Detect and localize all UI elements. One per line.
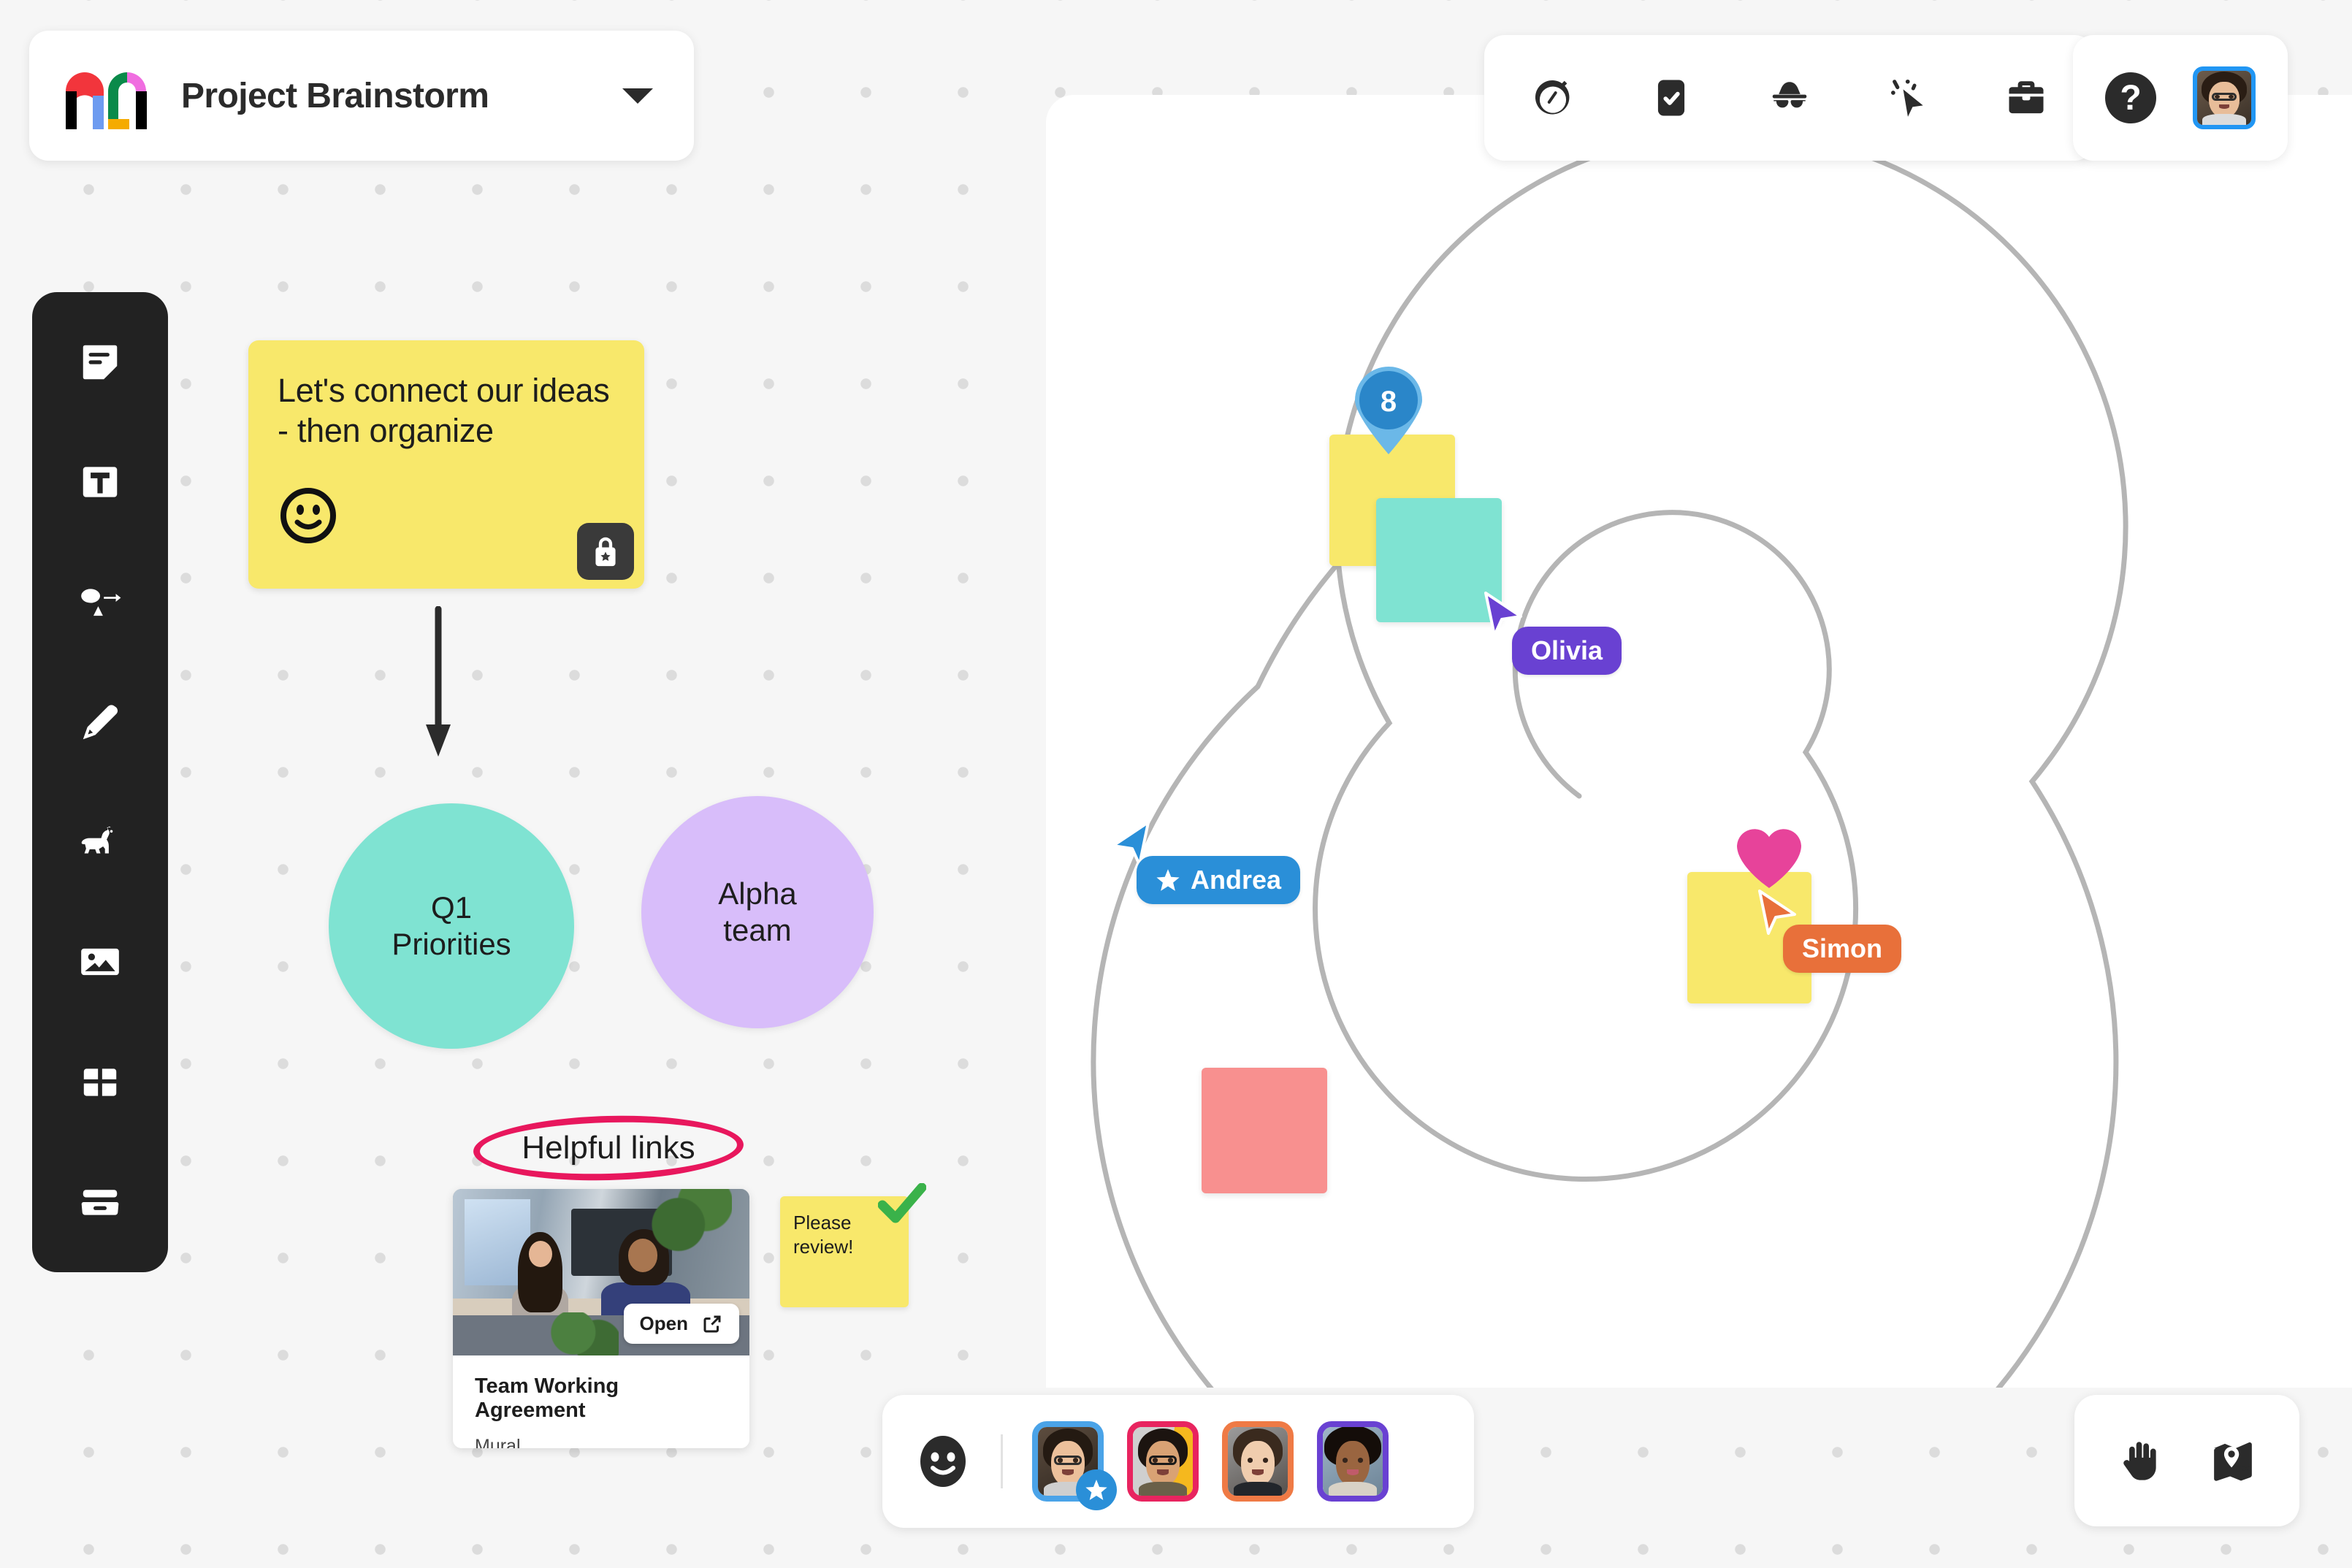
text-icon[interactable] bbox=[65, 447, 135, 517]
cursor-name: Simon bbox=[1802, 933, 1883, 963]
chevron-down-icon[interactable] bbox=[622, 88, 653, 104]
office-photo-thumbnail: Open bbox=[453, 1189, 749, 1355]
drawer-icon[interactable] bbox=[65, 1167, 135, 1237]
shape-q1-priorities[interactable]: Q1 Priorities bbox=[329, 803, 574, 1049]
cursor-label-andrea: Andrea bbox=[1137, 856, 1301, 904]
open-link-button[interactable]: Open bbox=[623, 1304, 739, 1344]
vote-count: 8 bbox=[1380, 385, 1397, 418]
star-facilitator-icon bbox=[1156, 869, 1180, 891]
avatar[interactable] bbox=[1127, 1421, 1199, 1502]
spiral-shape bbox=[1091, 129, 2128, 1388]
mural-logo-icon bbox=[66, 72, 147, 129]
summon-cursor-icon[interactable] bbox=[1873, 63, 1943, 133]
current-user-avatar[interactable] bbox=[2193, 66, 2256, 129]
open-label: Open bbox=[639, 1312, 688, 1334]
external-link-icon bbox=[703, 1315, 721, 1332]
timer-icon[interactable] bbox=[1518, 63, 1588, 133]
toolkit-icon[interactable] bbox=[1991, 63, 2061, 133]
link-card-title: Team Working Agreement bbox=[475, 1374, 619, 1422]
shape-label-line2: Priorities bbox=[392, 927, 511, 961]
vote-pin[interactable]: 8 bbox=[1351, 364, 1427, 454]
helpful-links-label: Helpful links bbox=[522, 1130, 695, 1166]
cursor-name: Olivia bbox=[1531, 635, 1603, 665]
shape-label-line2: team bbox=[723, 913, 792, 947]
map-minimap-icon[interactable] bbox=[2209, 1437, 2257, 1485]
heart-icon bbox=[1737, 829, 1801, 888]
sticky-note-icon[interactable] bbox=[65, 327, 135, 397]
avatar[interactable] bbox=[1317, 1421, 1389, 1502]
down-arrow-connector[interactable] bbox=[424, 606, 453, 760]
question-mark-icon[interactable]: ? bbox=[2105, 72, 2156, 123]
avatar[interactable] bbox=[1032, 1421, 1117, 1510]
private-mode-icon[interactable] bbox=[1755, 63, 1825, 133]
cursor-name: Andrea bbox=[1191, 865, 1282, 895]
nav-bar bbox=[2074, 1395, 2299, 1526]
lock-star-icon[interactable] bbox=[577, 523, 634, 580]
page-title: Project Brainstorm bbox=[181, 76, 489, 115]
sticky-review-text: Please review! bbox=[793, 1212, 854, 1258]
board-header[interactable]: Project Brainstorm bbox=[29, 31, 694, 161]
framework-grid-icon[interactable] bbox=[65, 1047, 135, 1117]
sticky-note-main[interactable]: Let's connect our ideas - then organize bbox=[248, 340, 644, 589]
image-icon[interactable] bbox=[65, 927, 135, 997]
helpful-links-annotation[interactable]: Helpful links bbox=[472, 1112, 745, 1184]
voting-checkbox-icon[interactable] bbox=[1636, 63, 1706, 133]
avatar[interactable] bbox=[1222, 1421, 1294, 1502]
link-card-source: Mural bbox=[475, 1436, 521, 1448]
shapes-connector-icon[interactable] bbox=[65, 567, 135, 638]
people-bar bbox=[882, 1395, 1474, 1528]
smiley-reactions-icon[interactable] bbox=[915, 1433, 971, 1490]
sticky-note-text: Let's connect our ideas - then organize bbox=[278, 372, 610, 449]
left-toolbar bbox=[32, 292, 168, 1272]
star-facilitator-icon bbox=[1076, 1469, 1117, 1510]
cursor-label-olivia: Olivia bbox=[1512, 627, 1622, 675]
shape-label-line1: Alpha bbox=[718, 876, 797, 911]
facilitation-toolbar bbox=[1484, 35, 2095, 161]
people-bar-divider bbox=[1001, 1434, 1003, 1488]
sticky-salmon[interactable] bbox=[1202, 1068, 1327, 1193]
mural-board-app: 8 Olivia Andrea Simon Project Brainstorm… bbox=[0, 0, 2352, 1568]
link-card[interactable]: Open Team Working Agreement Mural bbox=[453, 1189, 749, 1448]
hand-pan-icon[interactable] bbox=[2117, 1437, 2165, 1485]
shape-alpha-team[interactable]: Alpha team bbox=[641, 796, 874, 1028]
smiley-face-emoji bbox=[280, 488, 336, 543]
pen-icon[interactable] bbox=[65, 687, 135, 757]
llama-icon[interactable] bbox=[65, 807, 135, 877]
sticky-note-review[interactable]: Please review! bbox=[780, 1183, 926, 1307]
shape-label-line1: Q1 bbox=[430, 890, 473, 925]
help-bar: ? bbox=[2073, 35, 2288, 161]
cursor-label-simon: Simon bbox=[1783, 925, 1902, 973]
green-check-icon bbox=[878, 1183, 926, 1223]
